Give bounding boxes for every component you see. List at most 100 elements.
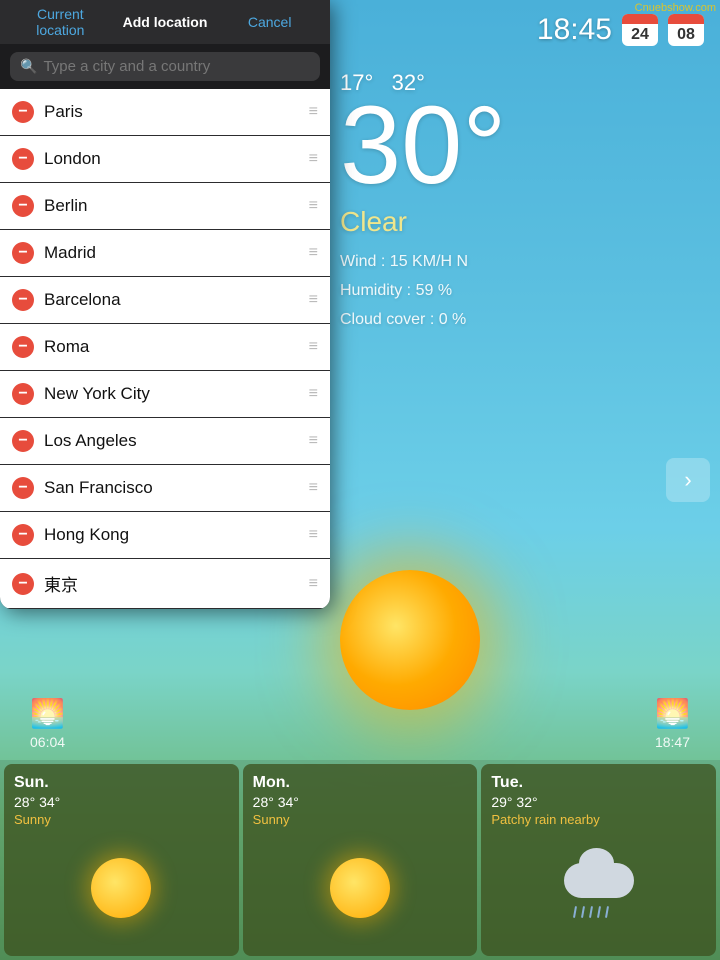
city-row-name: Berlin [44,196,299,216]
drag-handle-icon[interactable]: ≡ [309,338,318,356]
city-row[interactable]: − Hong Kong ≡ [0,512,330,559]
city-row-name: Los Angeles [44,431,299,451]
drag-handle-icon[interactable]: ≡ [309,291,318,309]
forecast-card-2: Tue. 29° 32° Patchy rain nearby [481,764,716,956]
date-num-2: 08 [677,24,695,46]
location-panel: Current location Add location Cancel 🔍 −… [0,0,330,609]
remove-city-button[interactable]: − [12,430,34,452]
city-row-name: San Francisco [44,478,299,498]
sunset-time: 18:47 [655,734,690,750]
remove-city-button[interactable]: − [12,289,34,311]
rain-line-4 [597,905,601,917]
remove-city-button[interactable]: − [12,524,34,546]
city-row[interactable]: − Berlin ≡ [0,183,330,230]
humidity-info: Humidity : 59 % [340,277,700,306]
sun-image [330,550,500,720]
forecast-day-1: Mon. [253,774,468,792]
remove-city-button[interactable]: − [12,383,34,405]
sun-times: 🌅 06:04 🌅 18:47 [0,697,720,750]
date-badge-2: 08 [668,14,704,46]
city-row[interactable]: − Madrid ≡ [0,230,330,277]
sunrise-time: 06:04 [30,734,65,750]
top-right: 18:45 24 08 [537,13,704,47]
watermark: Cnuebshow.com [635,2,716,14]
city-row[interactable]: − Roma ≡ [0,324,330,371]
cloud-body [564,863,634,898]
forecast-icon-area-0 [14,827,229,948]
forecast-temps-2: 29° 32° [491,794,706,810]
city-row-name: New York City [44,384,299,404]
drag-handle-icon[interactable]: ≡ [309,150,318,168]
remove-city-button[interactable]: − [12,336,34,358]
forecast-icon-area-2 [491,827,706,948]
panel-header: Current location Add location Cancel [0,0,330,44]
drag-handle-icon[interactable]: ≡ [309,244,318,262]
forecast-sun-0 [91,858,151,918]
city-row-name: Roma [44,337,299,357]
city-row[interactable]: − Barcelona ≡ [0,277,330,324]
drag-handle-icon[interactable]: ≡ [309,526,318,544]
city-row[interactable]: − London ≡ [0,136,330,183]
forecast-day-2: Tue. [491,774,706,792]
forecast-day-0: Sun. [14,774,229,792]
city-row-name: Madrid [44,243,299,263]
city-row-name: 東京 [44,571,299,596]
rain-line-2 [581,905,585,917]
drag-handle-icon[interactable]: ≡ [309,103,318,121]
remove-city-button[interactable]: − [12,148,34,170]
sunrise-icon: 🌅 [30,697,65,730]
search-bar: 🔍 [10,52,320,81]
city-row[interactable]: − Los Angeles ≡ [0,418,330,465]
forecast-temps-0: 28° 34° [14,794,229,810]
city-row-name: Hong Kong [44,525,299,545]
remove-city-button[interactable]: − [12,195,34,217]
city-row[interactable]: − 東京 ≡ [0,559,330,609]
drag-handle-icon[interactable]: ≡ [309,197,318,215]
rain-line-1 [573,905,577,917]
forecast-desc-1: Sunny [253,812,468,827]
remove-city-button[interactable]: − [12,573,34,595]
drag-handle-icon[interactable]: ≡ [309,575,318,593]
date-badge-1: 24 [622,14,658,46]
forecast-desc-2: Patchy rain nearby [491,812,706,827]
remove-city-button[interactable]: − [12,242,34,264]
forecast-sun-1 [330,858,390,918]
weather-details: Wind : 15 KM/H N Humidity : 59 % Cloud c… [340,248,700,334]
remove-city-button[interactable]: − [12,477,34,499]
sunrise-item: 🌅 06:04 [30,697,65,750]
rain-line-5 [605,905,609,917]
sunset-item: 🌅 18:47 [655,697,690,750]
cancel-button[interactable]: Cancel [219,8,320,36]
add-location-button[interactable]: Add location [115,8,216,36]
search-input[interactable] [43,58,310,75]
sun-circle [340,570,480,710]
search-icon: 🔍 [20,58,37,75]
next-arrow-button[interactable]: › [666,458,710,502]
drag-handle-icon[interactable]: ≡ [309,479,318,497]
forecast-card-1: Mon. 28° 34° Sunny [243,764,478,956]
city-row-name: Barcelona [44,290,299,310]
forecast-icon-area-1 [253,827,468,948]
forecast-card-0: Sun. 28° 34° Sunny [4,764,239,956]
city-row-name: London [44,149,299,169]
forecast-strip: Sun. 28° 34° Sunny Mon. 28° 34° Sunny Tu… [0,760,720,960]
drag-handle-icon[interactable]: ≡ [309,385,318,403]
remove-city-button[interactable]: − [12,101,34,123]
rain-cloud-icon [559,863,639,913]
city-row[interactable]: − Paris ≡ [0,89,330,136]
date-badge-top-1 [622,14,658,24]
city-row[interactable]: − New York City ≡ [0,371,330,418]
city-row-name: Paris [44,102,299,122]
date-badge-top-2 [668,14,704,24]
cloud-cover-info: Cloud cover : 0 % [340,306,700,335]
city-row[interactable]: − San Francisco ≡ [0,465,330,512]
forecast-temps-1: 28° 34° [253,794,468,810]
current-location-button[interactable]: Current location [10,0,111,44]
date-num-1: 24 [631,24,649,46]
city-list: − Paris ≡ − London ≡ − Berlin ≡ − Madrid… [0,89,330,609]
sunset-icon: 🌅 [655,697,690,730]
drag-handle-icon[interactable]: ≡ [309,432,318,450]
rain-drops [574,906,608,918]
time-display: 18:45 [537,13,612,47]
weather-condition: Clear [340,206,700,238]
